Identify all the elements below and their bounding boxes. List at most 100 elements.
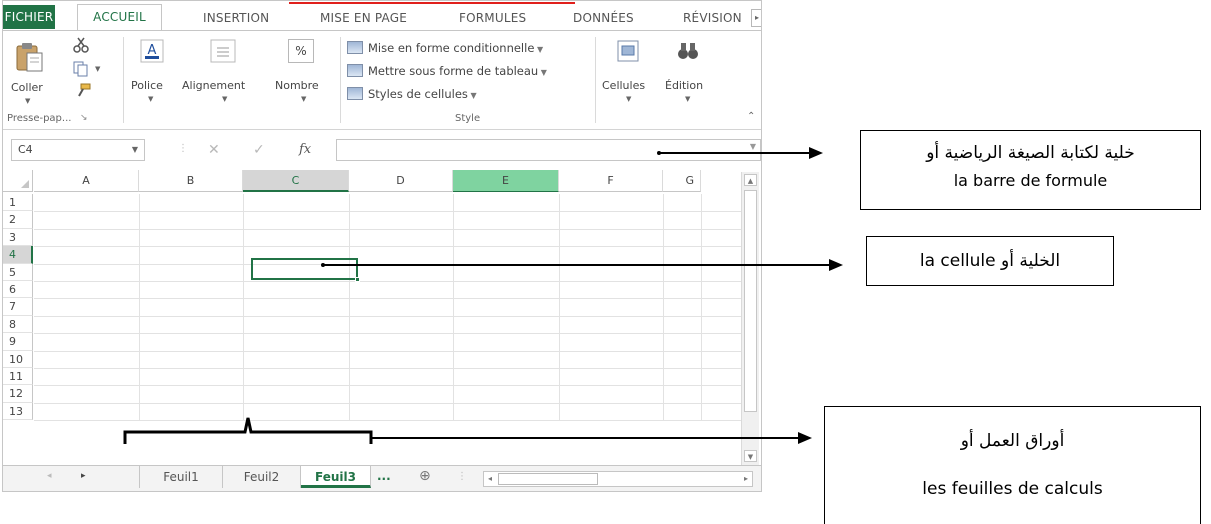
column-header-g[interactable]: G xyxy=(663,170,701,192)
row-header-10[interactable]: 10 xyxy=(3,350,33,368)
alignment-button[interactable]: Alignement ▼ xyxy=(180,37,270,107)
tab-scroll-right-icon[interactable]: ▸ xyxy=(751,9,761,27)
scroll-left-icon[interactable]: ◂ xyxy=(484,472,496,486)
row-header-8[interactable]: 8 xyxy=(3,315,33,334)
sheets-arrow-line xyxy=(372,437,800,439)
vertical-scrollbar[interactable]: ▲ ▼ xyxy=(741,172,759,465)
row-header-7[interactable]: 7 xyxy=(3,298,33,316)
column-header-d[interactable]: D xyxy=(349,170,453,192)
row-header-13[interactable]: 13 xyxy=(3,402,33,421)
scroll-right-icon[interactable]: ▸ xyxy=(740,472,752,486)
column-gridline xyxy=(701,194,702,421)
fill-handle[interactable] xyxy=(355,277,360,282)
svg-text:A: A xyxy=(148,43,157,58)
sheets-callout-arabic: أوراق العمل أو xyxy=(960,431,1065,451)
cell-styles-button[interactable]: Styles de cellules ▼ xyxy=(347,85,477,103)
row-header-11[interactable]: 11 xyxy=(3,368,33,386)
row-header-4[interactable]: 4 xyxy=(3,246,33,264)
editing-button[interactable]: Édition ▼ xyxy=(663,37,713,107)
column-header-f[interactable]: F xyxy=(559,170,663,192)
format-painter-icon[interactable] xyxy=(75,83,91,97)
alignment-label: Alignement xyxy=(182,79,246,92)
sheet-nav-next-icon[interactable]: ▸ xyxy=(81,471,86,481)
number-label: Nombre xyxy=(275,79,319,92)
font-button[interactable]: A Police ▼ xyxy=(128,37,176,107)
conditional-formatting-label: Mise en forme conditionnelle xyxy=(368,41,535,55)
selected-cell-c4[interactable] xyxy=(251,258,360,282)
row-gridline xyxy=(34,228,741,230)
paste-button[interactable]: Coller ▼ xyxy=(9,37,47,105)
number-dropdown-icon: ▼ xyxy=(301,95,307,103)
paste-label: Coller xyxy=(11,81,43,94)
cell-styles-icon xyxy=(347,87,363,100)
collapse-ribbon-icon[interactable]: ⌃ xyxy=(747,111,755,122)
more-sheets-button[interactable]: ... xyxy=(377,469,391,483)
tab-data[interactable]: DONNÉES xyxy=(573,7,634,29)
row-gridline xyxy=(34,298,741,300)
column-header-e[interactable]: E xyxy=(453,170,559,192)
copy-icon[interactable] xyxy=(73,61,91,77)
insert-function-icon[interactable]: fx xyxy=(299,139,311,161)
tabbar-splitter-icon[interactable]: ⋮ xyxy=(457,471,467,482)
sheet-tab-feuil2[interactable]: Feuil2 xyxy=(223,466,301,488)
sheet-tab-feuil1[interactable]: Feuil1 xyxy=(140,466,223,488)
tab-formulas[interactable]: FORMULES xyxy=(459,7,526,29)
row-gridline xyxy=(34,402,741,404)
sheet-tabs-brace xyxy=(123,417,373,444)
column-gridline xyxy=(453,194,454,421)
column-header-c[interactable]: C xyxy=(243,170,349,192)
cancel-formula-icon[interactable]: ✕ xyxy=(208,139,220,161)
name-box-dropdown-icon[interactable]: ▼ xyxy=(132,140,138,160)
paste-dropdown-icon: ▼ xyxy=(25,97,31,105)
column-gridline xyxy=(349,194,350,421)
select-all-corner[interactable] xyxy=(3,170,33,192)
formula-bar-grip-icon: ⋮ xyxy=(178,143,188,154)
tab-home[interactable]: ACCUEIL xyxy=(77,4,162,31)
row-header-1[interactable]: 1 xyxy=(3,194,33,212)
vertical-scroll-thumb[interactable] xyxy=(744,190,757,412)
clipboard-dialog-launcher-icon[interactable]: ↘ xyxy=(80,113,88,123)
copy-dropdown-icon: ▼ xyxy=(95,65,101,73)
number-button[interactable]: % Nombre ▼ xyxy=(273,37,337,107)
alignment-dropdown-icon: ▼ xyxy=(222,95,228,103)
tab-insert[interactable]: INSERTION xyxy=(203,7,269,29)
sheet-tab-feuil3[interactable]: Feuil3 xyxy=(301,466,371,488)
formula-bar-callout: خلية لكتابة الصيغة الرياضية أو la barre … xyxy=(860,130,1201,210)
formula-bar-arrow-head-icon xyxy=(809,147,823,159)
name-box-value: C4 xyxy=(18,143,33,156)
cells-button[interactable]: Cellules ▼ xyxy=(600,37,658,107)
ribbon-separator xyxy=(123,37,124,123)
column-header-b[interactable]: B xyxy=(139,170,243,192)
sheet-tab-bar: ◂ ▸ Feuil1 Feuil2 Feuil3 ... ⊕ ⋮ ◂ ▸ xyxy=(3,465,761,491)
row-header-5[interactable]: 5 xyxy=(3,263,33,281)
new-sheet-icon[interactable]: ⊕ xyxy=(419,468,431,484)
name-box[interactable]: C4 ▼ xyxy=(11,139,145,161)
scroll-down-icon[interactable]: ▼ xyxy=(744,450,757,462)
ribbon-separator xyxy=(595,37,596,123)
tab-page-layout[interactable]: MISE EN PAGE xyxy=(320,7,407,29)
row-header-6[interactable]: 6 xyxy=(3,281,33,299)
formula-input[interactable]: ▼ xyxy=(336,139,761,161)
row-gridline xyxy=(34,350,741,352)
horizontal-scroll-thumb[interactable] xyxy=(498,473,598,485)
format-as-table-button[interactable]: Mettre sous forme de tableau ▼ xyxy=(347,62,547,80)
row-header-12[interactable]: 12 xyxy=(3,385,33,403)
tab-review[interactable]: RÉVISION xyxy=(683,7,742,29)
cells-label: Cellules xyxy=(602,79,646,92)
row-header-9[interactable]: 9 xyxy=(3,333,33,351)
scroll-up-icon[interactable]: ▲ xyxy=(744,174,757,186)
enter-formula-icon[interactable]: ✓ xyxy=(253,139,265,161)
row-header-2[interactable]: 2 xyxy=(3,211,33,229)
horizontal-scrollbar[interactable]: ◂ ▸ xyxy=(483,471,753,487)
conditional-formatting-icon xyxy=(347,41,363,54)
worksheet-grid[interactable]: ABCDEFG 1 2 3 4 5 6 7 8 9 10 11 12 13 ▲ ▼ xyxy=(3,168,761,465)
tab-file[interactable]: FICHIER xyxy=(3,5,55,29)
number-format-icon: % xyxy=(288,39,314,63)
row-header-3[interactable]: 3 xyxy=(3,228,33,247)
row-gridline xyxy=(34,315,741,317)
formula-bar-expand-icon[interactable]: ▼ xyxy=(750,142,756,151)
conditional-formatting-button[interactable]: Mise en forme conditionnelle ▼ xyxy=(347,39,543,57)
sheet-nav-prev-icon[interactable]: ◂ xyxy=(47,471,52,481)
column-header-a[interactable]: A xyxy=(34,170,139,192)
cut-icon[interactable] xyxy=(73,37,89,53)
